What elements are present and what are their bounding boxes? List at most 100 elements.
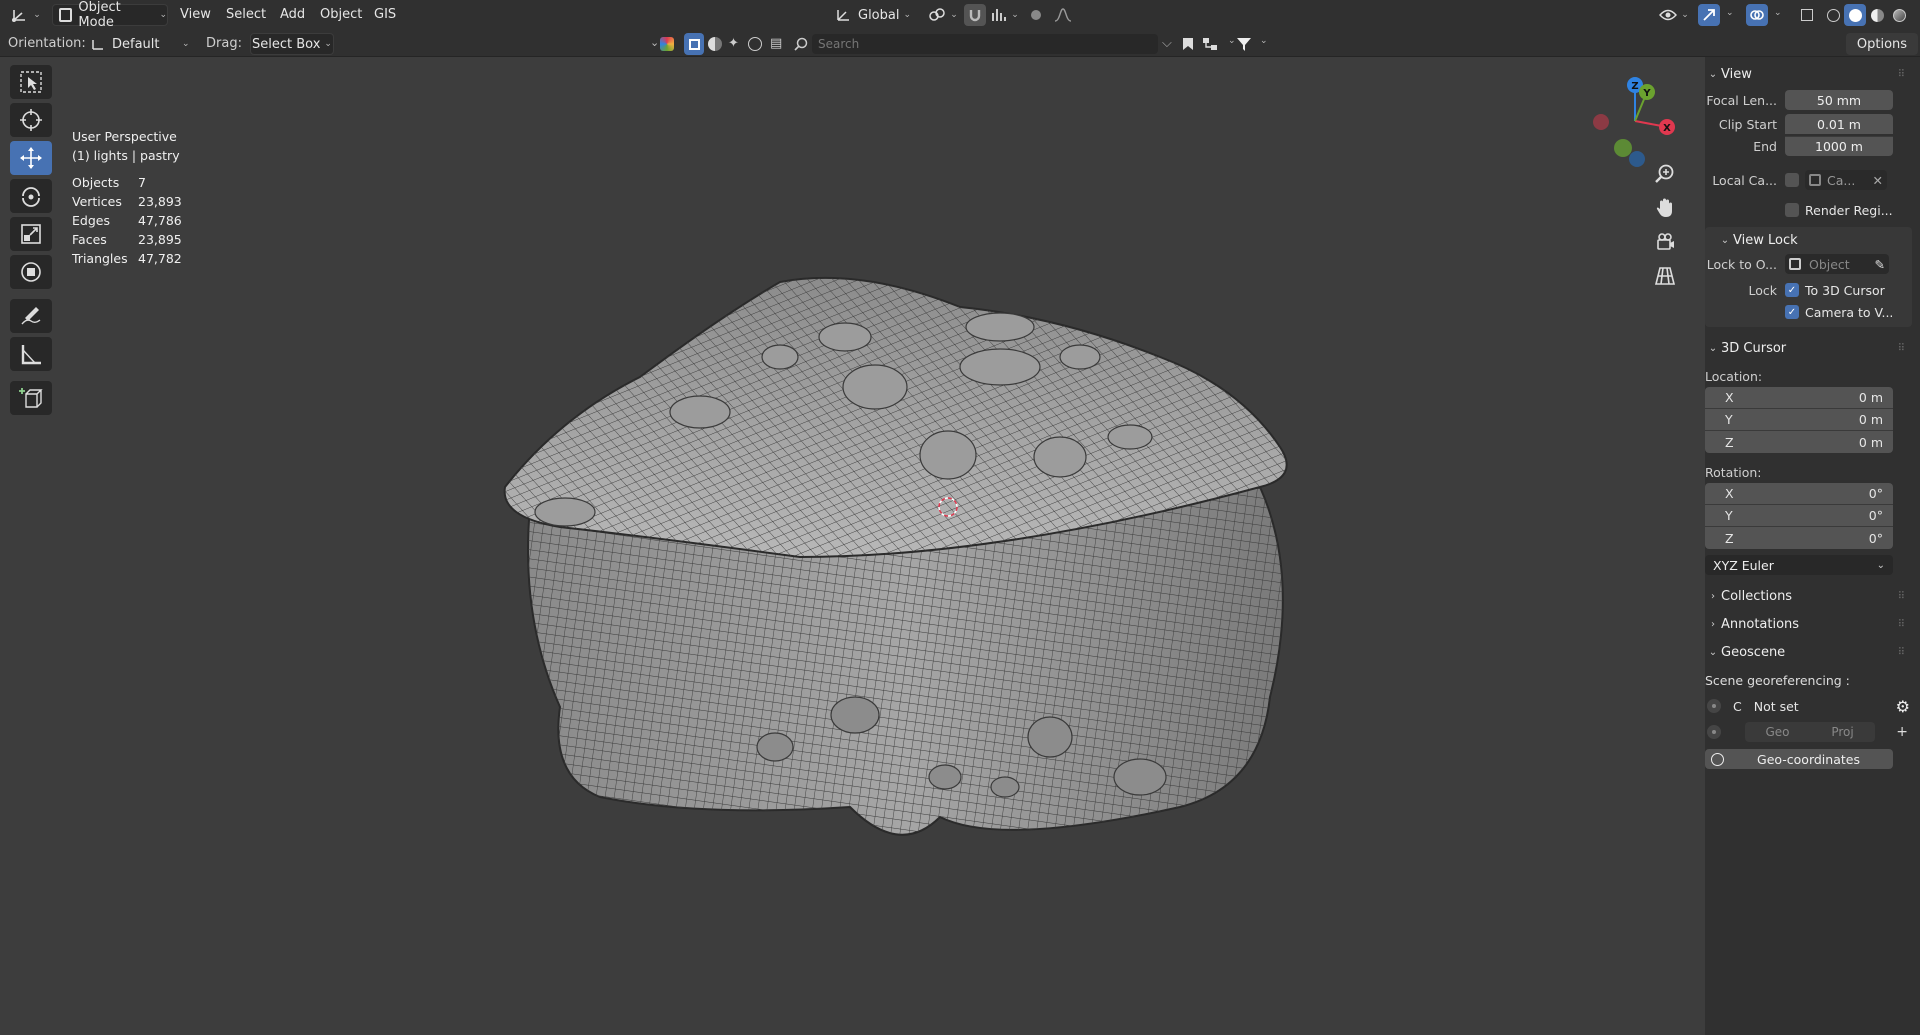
location-label: Location:: [1705, 368, 1763, 384]
proj-button[interactable]: Proj: [1810, 722, 1875, 742]
mesh-object[interactable]: [0, 57, 1695, 1035]
drag-handle-icon[interactable]: ⠿: [1898, 69, 1912, 80]
panel-header-collections[interactable]: › Collections ⠿: [1705, 583, 1912, 609]
eyedropper-icon[interactable]: ✎: [1875, 257, 1889, 272]
camera-to-view-checkbox[interactable]: ✓: [1785, 305, 1799, 319]
rotation-x-field[interactable]: X 0°: [1705, 483, 1893, 505]
geo-radio-icon[interactable]: [1707, 725, 1721, 739]
options-button[interactable]: Options: [1846, 33, 1918, 55]
crs-letter: C: [1733, 698, 1742, 714]
shading-material[interactable]: [1866, 4, 1888, 26]
chevron-down-icon[interactable]: ⌄: [1260, 36, 1268, 46]
chevron-down-icon[interactable]: ⌄: [650, 36, 659, 49]
location-y-field[interactable]: Y 0 m: [1705, 409, 1893, 431]
shading-filter-icon[interactable]: [708, 37, 722, 51]
render-region-checkbox[interactable]: [1785, 203, 1799, 217]
mode-selector[interactable]: Object Mode ⌄: [52, 0, 168, 30]
proportional-edit-toggle[interactable]: [1026, 4, 1046, 26]
drag-handle-icon[interactable]: ⠿: [1898, 343, 1912, 354]
navigation-gizmo[interactable]: Z Y X: [1585, 71, 1685, 171]
color-filter-icon[interactable]: [660, 37, 674, 51]
transform-orientation-dropdown[interactable]: Global ⌄: [834, 4, 918, 26]
filter-dropdown-icon[interactable]: ⌵: [1162, 36, 1172, 51]
menu-view[interactable]: View: [180, 7, 211, 22]
focal-length-field[interactable]: 50 mm: [1785, 90, 1893, 110]
local-camera-checkbox[interactable]: [1785, 173, 1799, 187]
pivot-point-button[interactable]: ⌄: [926, 4, 960, 26]
filter-object-mode[interactable]: [684, 33, 704, 55]
panel-title: Collections: [1721, 588, 1793, 604]
select-box-tool[interactable]: [10, 65, 52, 99]
clip-start-field[interactable]: 0.01 m: [1785, 114, 1893, 134]
perspective-toggle-button[interactable]: [1650, 261, 1680, 291]
lights-filter-icon[interactable]: ✦: [728, 36, 739, 51]
lock-to-object-field[interactable]: Object ✎: [1785, 254, 1889, 274]
funnel-icon[interactable]: [1236, 36, 1252, 52]
crs-radio-icon[interactable]: [1707, 699, 1721, 713]
drag-handle-icon[interactable]: ⠿: [1898, 591, 1912, 602]
visibility-button[interactable]: ⌄: [1656, 4, 1692, 26]
menu-object[interactable]: Object: [320, 7, 362, 22]
shading-rendered[interactable]: [1888, 4, 1910, 26]
zoom-button[interactable]: [1650, 159, 1680, 189]
menu-gis[interactable]: GIS: [374, 7, 396, 22]
shading-wireframe[interactable]: [1822, 4, 1844, 26]
rotation-z-field[interactable]: Z 0°: [1705, 527, 1893, 549]
panel-header-view-lock[interactable]: ⌄ View Lock: [1705, 227, 1912, 253]
snap-target-button[interactable]: ⌄: [988, 4, 1022, 26]
bookmark-icon[interactable]: [1182, 37, 1194, 51]
hierarchy-icon[interactable]: [1202, 37, 1220, 51]
location-z-field[interactable]: Z 0 m: [1705, 431, 1893, 453]
camera-view-button[interactable]: [1650, 227, 1680, 257]
rotate-tool[interactable]: [10, 179, 52, 213]
scale-tool[interactable]: [10, 217, 52, 251]
rotation-y-field[interactable]: Y 0°: [1705, 505, 1893, 527]
geo-coordinates-label: Geo-coordinates: [1757, 751, 1860, 767]
pan-button[interactable]: [1650, 193, 1680, 223]
gizmo-toggle[interactable]: [1698, 4, 1720, 26]
to-3d-cursor-checkbox[interactable]: ✓: [1785, 283, 1799, 297]
falloff-button[interactable]: [1048, 4, 1078, 26]
menu-select[interactable]: Select: [226, 7, 266, 22]
clip-end-field[interactable]: 1000 m: [1785, 136, 1893, 156]
drag-handle-icon[interactable]: ⠿: [1898, 619, 1912, 630]
rotation-mode-dropdown[interactable]: XYZ Euler ⌄: [1705, 555, 1893, 575]
measure-tool[interactable]: [10, 337, 52, 371]
panel-header-geoscene[interactable]: ⌄ Geoscene ⠿: [1705, 639, 1912, 665]
cursor-tool[interactable]: [10, 103, 52, 137]
xray-toggle[interactable]: [1796, 4, 1818, 26]
axis-value: 0°: [1868, 530, 1883, 546]
geo-coordinates-button[interactable]: Geo-coordinates: [1705, 749, 1893, 769]
chevron-down-icon[interactable]: ⌄: [1726, 8, 1734, 18]
panel-header-3d-cursor[interactable]: ⌄ 3D Cursor ⠿: [1705, 335, 1912, 361]
orientation-icon: [92, 40, 103, 50]
geo-button[interactable]: Geo: [1745, 722, 1810, 742]
gear-icon[interactable]: ⚙: [1896, 697, 1910, 716]
object-mode-icon: [59, 8, 73, 22]
menu-add[interactable]: Add: [280, 7, 305, 22]
render-region-row[interactable]: Render Regi...: [1705, 199, 1912, 221]
overlays-toggle[interactable]: [1746, 4, 1768, 26]
plus-icon[interactable]: +: [1896, 724, 1908, 740]
add-cube-tool[interactable]: [10, 381, 52, 415]
drag-dropdown[interactable]: Select Box ⌄: [250, 33, 334, 55]
search-input[interactable]: [812, 34, 1158, 54]
world-filter-icon[interactable]: [748, 37, 762, 51]
clear-x-icon[interactable]: ✕: [1873, 173, 1887, 188]
shading-solid[interactable]: [1844, 4, 1866, 26]
local-camera-field[interactable]: Ca... ✕: [1805, 170, 1887, 190]
chevron-down-icon[interactable]: ⌄: [1774, 8, 1782, 18]
paint-filter-icon[interactable]: ▤: [770, 36, 782, 51]
location-x-field[interactable]: X 0 m: [1705, 387, 1893, 409]
3d-viewport[interactable]: User Perspective (1) lights | pastry Obj…: [0, 57, 1920, 1035]
drag-handle-icon[interactable]: ⠿: [1898, 647, 1912, 658]
transform-tool[interactable]: [10, 255, 52, 289]
orientation-dropdown[interactable]: Default ⌄: [88, 33, 192, 55]
move-tool[interactable]: [10, 141, 52, 175]
annotate-tool[interactable]: [10, 299, 52, 333]
panel-header-view[interactable]: ⌄ View ⠿: [1705, 61, 1912, 87]
editor-type-button[interactable]: ⌄: [8, 4, 44, 26]
snap-toggle[interactable]: [964, 4, 986, 26]
panel-header-annotations[interactable]: › Annotations ⠿: [1705, 611, 1912, 637]
chevron-down-icon[interactable]: ⌄: [1228, 36, 1236, 46]
